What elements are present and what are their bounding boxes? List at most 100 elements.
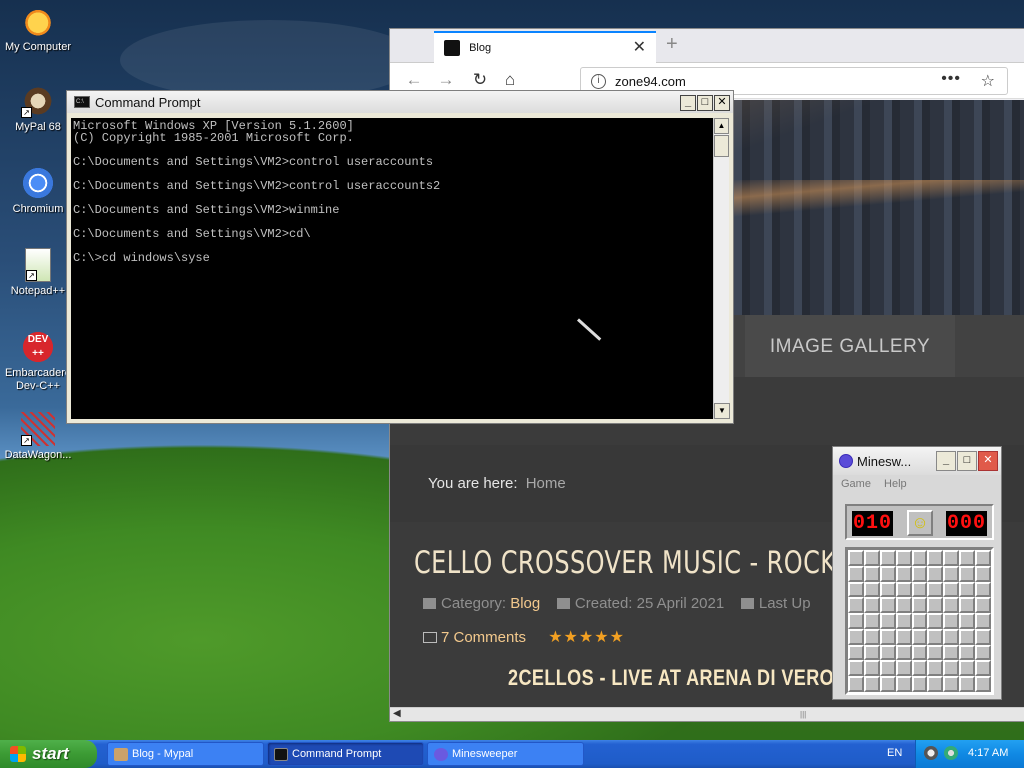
mine-cell[interactable] (975, 644, 991, 661)
comments-link[interactable]: 7 Comments (441, 629, 526, 646)
menu-game[interactable]: Game (841, 478, 871, 490)
mine-cell[interactable] (863, 613, 880, 629)
mine-cell[interactable] (911, 613, 928, 629)
mine-cell[interactable] (943, 550, 960, 566)
mine-cell[interactable] (863, 644, 880, 661)
mine-cell[interactable] (959, 628, 976, 645)
taskbar-item-minesweeper[interactable]: Minesweeper (427, 742, 584, 766)
clock[interactable]: 4:17 AM (968, 747, 1008, 759)
desktop-icon-chromium[interactable]: Chromium (0, 166, 76, 216)
mine-cell[interactable] (848, 581, 864, 598)
horizontal-scrollbar[interactable]: ◀ ||| (390, 707, 1024, 721)
start-button[interactable]: start (0, 740, 97, 768)
mine-cell[interactable] (959, 565, 976, 582)
mine-cell[interactable] (959, 660, 976, 677)
desktop-icon-devcpp[interactable]: DEV ++ Embarcadero Dev-C++ (0, 330, 76, 393)
close-tab-icon[interactable]: ✕ (633, 37, 646, 57)
mine-cell[interactable] (879, 550, 896, 566)
mine-cell[interactable] (895, 550, 912, 566)
bookmark-star-icon[interactable]: ☆ (981, 71, 995, 91)
mine-cell[interactable] (975, 628, 991, 645)
mine-cell[interactable] (975, 660, 991, 677)
taskbar-item-blog[interactable]: Blog - Mypal (107, 742, 264, 766)
mine-cell[interactable] (879, 597, 896, 614)
scroll-left-icon[interactable]: ◀ (393, 708, 401, 719)
mine-cell[interactable] (911, 581, 928, 598)
mine-cell[interactable] (879, 613, 896, 629)
mine-cell[interactable] (943, 660, 960, 677)
mine-cell[interactable] (927, 550, 944, 566)
breadcrumb-home-link[interactable]: Home (526, 475, 566, 492)
mine-cell[interactable] (848, 660, 864, 677)
mine-cell[interactable] (911, 644, 928, 661)
desktop-icon-notepadpp[interactable]: ↗ Notepad++ (0, 248, 76, 298)
mine-cell[interactable] (863, 660, 880, 677)
cmd-scrollbar[interactable]: ▲ ▼ (713, 118, 730, 419)
mine-cell[interactable] (975, 613, 991, 629)
mine-cell[interactable] (927, 644, 944, 661)
minimize-button[interactable]: _ (936, 451, 956, 471)
category-link[interactable]: Blog (510, 595, 540, 612)
mine-cell[interactable] (927, 660, 944, 677)
mine-cell[interactable] (848, 613, 864, 629)
desktop-icon-datawagon[interactable]: ↗ DataWagon... (0, 412, 76, 462)
mine-cell[interactable] (895, 581, 912, 598)
mine-cell[interactable] (848, 628, 864, 645)
mine-cell[interactable] (975, 550, 991, 566)
cmd-titlebar[interactable]: C:\ Command Prompt _ □ ✕ (67, 91, 733, 113)
mine-cell[interactable] (863, 597, 880, 614)
taskbar-item-command-prompt[interactable]: Command Prompt (267, 742, 424, 766)
mine-cell[interactable] (895, 676, 912, 692)
safety-icon[interactable] (944, 746, 958, 760)
mine-cell[interactable] (927, 613, 944, 629)
scroll-thumb[interactable] (714, 135, 729, 157)
mine-cell[interactable] (848, 550, 864, 566)
mine-cell[interactable] (863, 550, 880, 566)
mine-cell[interactable] (975, 581, 991, 598)
reload-icon[interactable]: ↻ (468, 70, 492, 92)
mine-cell[interactable] (943, 676, 960, 692)
new-tab-icon[interactable]: + (666, 33, 678, 56)
mine-cell[interactable] (959, 597, 976, 614)
mine-cell[interactable] (975, 676, 991, 692)
rating-stars[interactable]: ★★★★★ (548, 629, 625, 646)
mine-cell[interactable] (848, 676, 864, 692)
language-indicator[interactable]: EN (887, 747, 902, 759)
mine-cell[interactable] (943, 597, 960, 614)
mine-cell[interactable] (943, 628, 960, 645)
mine-cell[interactable] (895, 597, 912, 614)
mine-cell[interactable] (911, 550, 928, 566)
desktop-icon-my-computer[interactable]: My Computer (0, 4, 76, 54)
scroll-down-icon[interactable]: ▼ (714, 403, 730, 419)
article-title[interactable]: CELLO CROSSOVER MUSIC - ROCK (414, 545, 836, 581)
mine-cell[interactable] (895, 628, 912, 645)
mine-cell[interactable] (959, 676, 976, 692)
mine-cell[interactable] (911, 597, 928, 614)
mine-cell[interactable] (911, 628, 928, 645)
mine-cell[interactable] (848, 565, 864, 582)
mine-cell[interactable] (848, 644, 864, 661)
info-icon[interactable]: i (591, 74, 606, 89)
maximize-button[interactable]: □ (697, 95, 713, 111)
mine-cell[interactable] (959, 613, 976, 629)
mine-cell[interactable] (879, 660, 896, 677)
network-icon[interactable] (924, 746, 938, 760)
menu-help[interactable]: Help (884, 478, 907, 490)
mine-cell[interactable] (848, 597, 864, 614)
nav-image-gallery[interactable]: IMAGE GALLERY (745, 315, 955, 377)
mine-cell[interactable] (895, 644, 912, 661)
mine-cell[interactable] (927, 581, 944, 598)
mine-cell[interactable] (927, 628, 944, 645)
home-icon[interactable]: ⌂ (498, 70, 522, 92)
mine-cell[interactable] (895, 613, 912, 629)
back-icon[interactable]: ← (402, 70, 426, 92)
mine-cell[interactable] (927, 676, 944, 692)
mine-cell[interactable] (879, 676, 896, 692)
maximize-button[interactable]: □ (957, 451, 977, 471)
mine-cell[interactable] (911, 565, 928, 582)
mine-cell[interactable] (975, 597, 991, 614)
mine-cell[interactable] (975, 565, 991, 582)
mine-cell[interactable] (959, 644, 976, 661)
mine-cell[interactable] (879, 565, 896, 582)
mine-cell[interactable] (863, 581, 880, 598)
